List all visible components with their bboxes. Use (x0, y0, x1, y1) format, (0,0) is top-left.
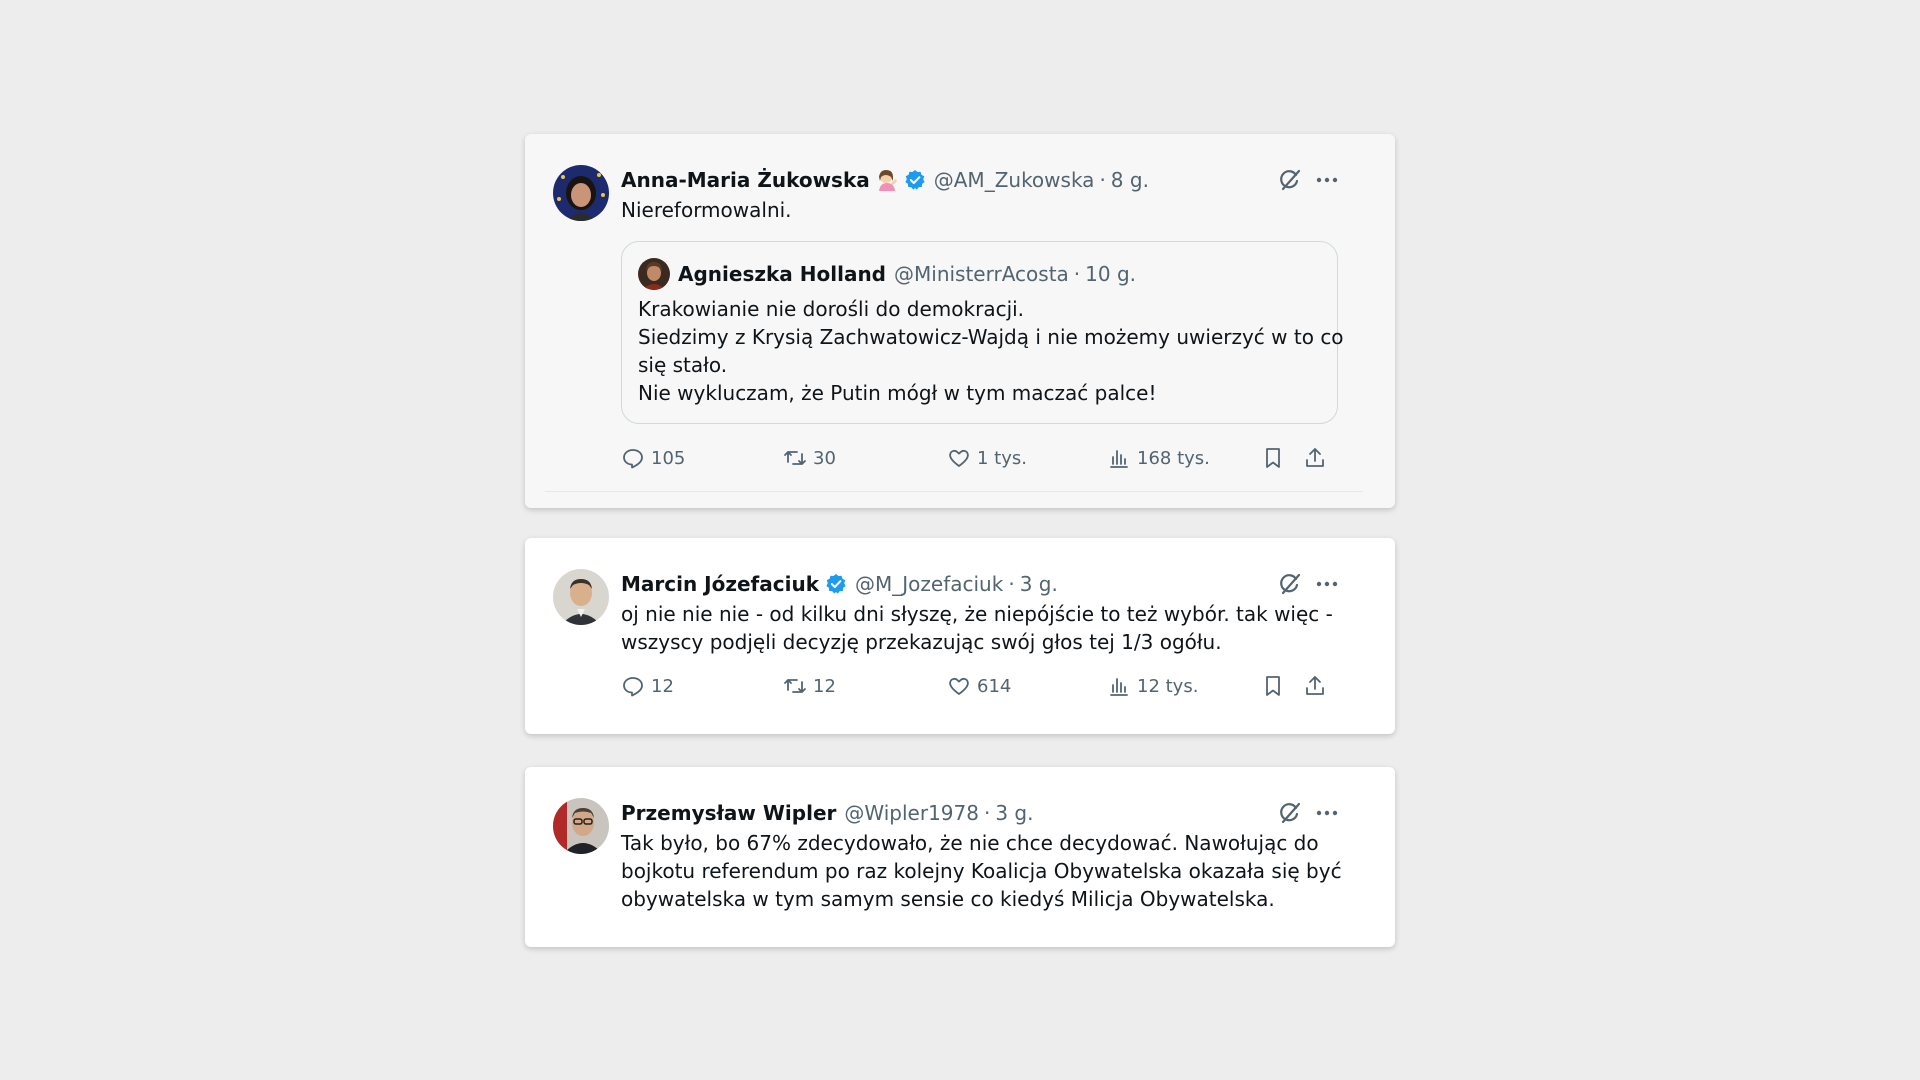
like-count: 614 (977, 675, 1012, 697)
verified-badge-icon[interactable] (825, 573, 847, 595)
share-icon (1306, 676, 1324, 695)
bookmark-icon (1266, 448, 1280, 468)
reply-icon (623, 677, 643, 697)
share-button[interactable] (1303, 443, 1327, 473)
more-icon[interactable] (1313, 800, 1341, 826)
avatar[interactable] (553, 569, 609, 625)
retweet-icon (784, 451, 806, 465)
action-bar: 105 30 1 tys. 168 tys. (621, 443, 1351, 473)
author-handle[interactable]: @AM_Zukowska (934, 168, 1095, 192)
avatar[interactable] (638, 258, 670, 290)
separator-dot: · (983, 801, 991, 825)
separator-dot: · (1008, 572, 1015, 596)
avatar[interactable] (553, 798, 609, 854)
tweet-card[interactable]: Przemysław Wipler @Wipler1978 · 3 g. Tak… (525, 767, 1395, 947)
retweet-count: 30 (813, 447, 836, 469)
tweet-text-line: oj nie nie nie - od kilku dni słyszę, że… (621, 602, 1333, 626)
grok-icon[interactable] (1277, 167, 1303, 193)
share-button[interactable] (1303, 671, 1327, 701)
tweet-header: Marcin Józefaciuk @M_Jozefaciuk · 3 g. (621, 569, 1058, 599)
views-count: 168 tys. (1137, 447, 1210, 469)
reply-button[interactable]: 105 (621, 443, 685, 473)
quote-text-line: Krakowianie nie dorośli do demokracji. (638, 297, 1025, 321)
reply-button[interactable]: 12 (621, 671, 674, 701)
grok-icon[interactable] (1277, 800, 1303, 826)
separator-dot: · (1099, 168, 1106, 192)
author-name[interactable]: Marcin Józefaciuk (621, 572, 819, 596)
tweet-card[interactable]: Marcin Józefaciuk @M_Jozefaciuk · 3 g. o… (525, 538, 1395, 734)
timestamp[interactable]: 3 g. (995, 801, 1033, 825)
quote-text-line: Nie wykluczam, że Putin mógł w tym macza… (638, 381, 1157, 405)
timestamp[interactable]: 8 g. (1111, 168, 1149, 192)
divider (545, 491, 1363, 492)
share-icon (1306, 448, 1324, 467)
views-icon (1110, 678, 1128, 696)
reply-count: 105 (651, 447, 686, 469)
verified-badge-icon[interactable] (904, 169, 926, 191)
timestamp[interactable]: 3 g. (1020, 572, 1058, 596)
bookmark-button[interactable] (1261, 671, 1285, 701)
timestamp[interactable]: 10 g. (1085, 262, 1136, 286)
tweet-text-line: Niereformowalni. (621, 198, 792, 222)
like-button[interactable]: 614 (947, 671, 1011, 701)
retweet-button[interactable]: 12 (783, 671, 836, 701)
like-button[interactable]: 1 tys. (947, 443, 1027, 473)
retweet-button[interactable]: 30 (783, 443, 836, 473)
quote-text-line: się stało. (638, 353, 728, 377)
author-handle[interactable]: @Wipler1978 (844, 801, 979, 825)
retweet-count: 12 (813, 675, 836, 697)
more-icon[interactable] (1313, 167, 1341, 193)
separator-dot: · (1073, 262, 1081, 286)
tweet-header: Przemysław Wipler @Wipler1978 · 3 g. (621, 798, 1033, 828)
tweet-text-line: Tak było, bo 67% zdecydowało, że nie chc… (621, 831, 1319, 855)
author-name[interactable]: Anna-Maria Żukowska (621, 168, 870, 192)
reply-count: 12 (651, 675, 674, 697)
views-button[interactable]: 168 tys. (1107, 443, 1210, 473)
like-icon (949, 677, 969, 695)
retweet-icon (784, 679, 806, 693)
views-button[interactable]: 12 tys. (1107, 671, 1198, 701)
bookmark-button[interactable] (1261, 443, 1285, 473)
like-count: 1 tys. (977, 447, 1027, 469)
more-icon[interactable] (1313, 571, 1341, 597)
author-name[interactable]: Agnieszka Holland (678, 262, 886, 286)
quoted-tweet[interactable]: Agnieszka Holland @MinisterrAcosta · 10 … (621, 241, 1344, 424)
woman-tipping-hand-emoji (876, 169, 898, 191)
tweet-header: Anna-Maria Żukowska @AM_Zukowska · 8 g. (621, 165, 1149, 195)
tweet-text-line: bojkotu referendum po raz kolejny Koalic… (621, 859, 1342, 883)
like-icon (949, 449, 969, 467)
tweet-text: Tak było, bo 67% zdecydowało, że nie chc… (621, 829, 1342, 913)
tweet-text: Niereformowalni. (621, 196, 1321, 224)
bookmark-icon (1266, 676, 1280, 696)
quote-text-line: Siedzimy z Krysią Zachwatowicz-Wajdą i n… (638, 325, 1344, 349)
reply-icon (623, 449, 643, 469)
author-name[interactable]: Przemysław Wipler (621, 801, 836, 825)
quote-header: Agnieszka Holland @MinisterrAcosta · 10 … (678, 259, 1136, 289)
views-count: 12 tys. (1137, 675, 1199, 697)
author-handle[interactable]: @M_Jozefaciuk (855, 572, 1003, 596)
grok-icon[interactable] (1277, 571, 1303, 597)
views-icon (1110, 450, 1128, 468)
tweet-text-line: obywatelska w tym samym sensie co kiedyś… (621, 887, 1275, 911)
quote-text: Krakowianie nie dorośli do demokracji. S… (638, 295, 1344, 407)
action-bar: 12 12 614 12 tys. (621, 671, 1351, 701)
tweet-text: oj nie nie nie - od kilku dni słyszę, że… (621, 600, 1333, 656)
avatar[interactable] (553, 165, 609, 221)
tweet-text-line: wszyscy podjęli decyzję przekazując swój… (621, 630, 1222, 654)
tweet-card[interactable]: Anna-Maria Żukowska @AM_Zukowska · 8 g. (525, 134, 1395, 508)
author-handle[interactable]: @MinisterrAcosta (894, 262, 1069, 286)
